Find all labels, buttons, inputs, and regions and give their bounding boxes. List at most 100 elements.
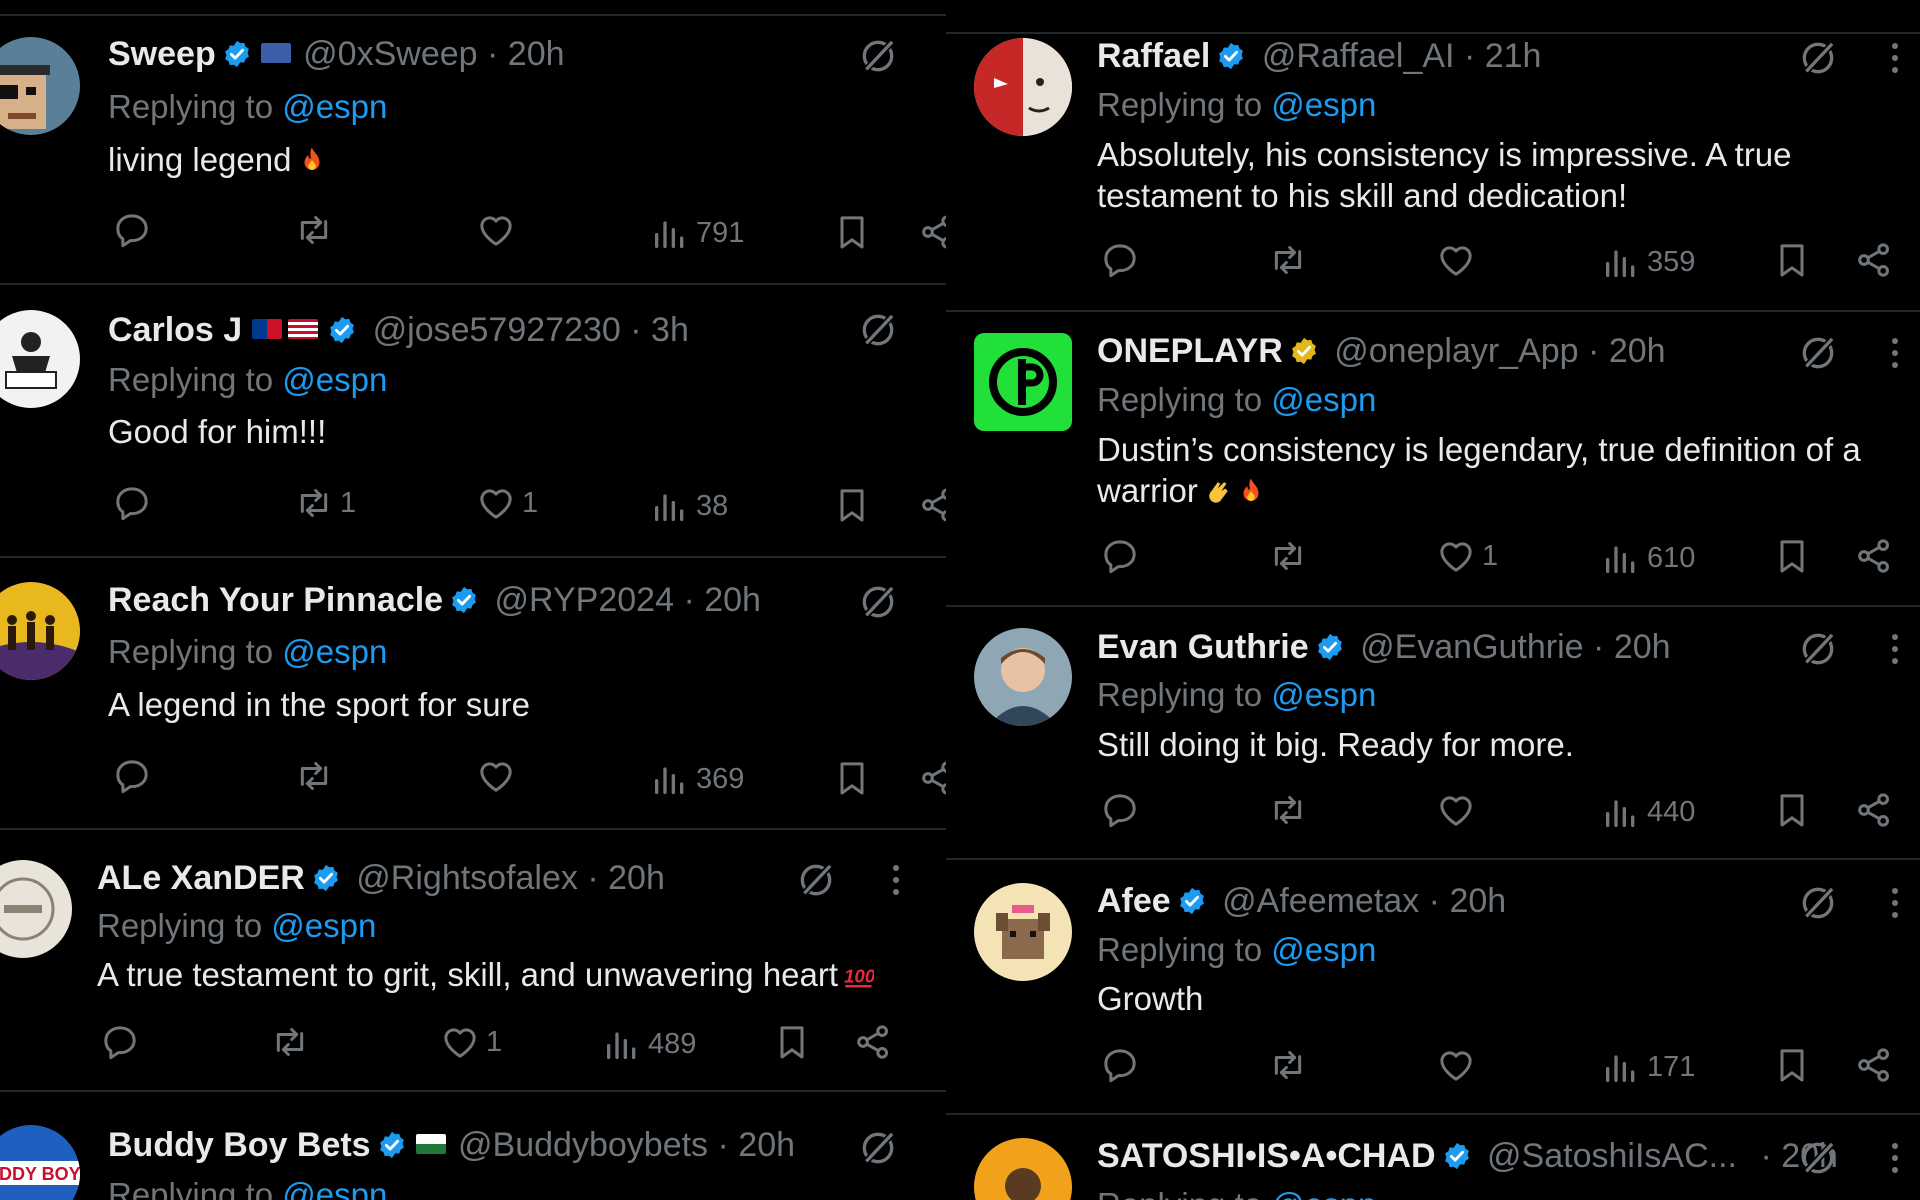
timestamp[interactable]: 21h <box>1485 37 1542 75</box>
bookmark-button[interactable] <box>1772 238 1812 282</box>
like-button[interactable] <box>1436 788 1476 832</box>
views-button[interactable]: 38 <box>650 484 728 528</box>
retweet-button[interactable] <box>1268 788 1308 832</box>
author-name[interactable]: Evan Guthrie <box>1097 628 1309 666</box>
mention-link[interactable]: @espn <box>1271 676 1376 713</box>
author-handle[interactable]: @oneplayr_App <box>1334 332 1578 370</box>
author-handle[interactable]: @Rightsofalex <box>356 859 578 897</box>
author-handle[interactable]: @RYP2024 <box>495 581 674 619</box>
author-handle[interactable]: @jose57927230 <box>373 311 621 349</box>
author-name[interactable]: SATOSHI•IS•A•CHAD <box>1097 1137 1436 1175</box>
views-button[interactable]: 791 <box>650 211 744 255</box>
retweet-button[interactable] <box>1268 1043 1308 1087</box>
figure-avatar[interactable] <box>0 310 80 408</box>
more-options-icon[interactable] <box>1891 632 1899 666</box>
share-button[interactable] <box>1854 534 1894 578</box>
retweet-button[interactable] <box>1268 534 1308 578</box>
share-button[interactable] <box>1854 1043 1894 1087</box>
grok-icon[interactable] <box>858 36 898 76</box>
mention-link[interactable]: @espn <box>282 88 387 125</box>
author-handle[interactable]: @EvanGuthrie <box>1360 628 1584 666</box>
more-options-icon[interactable] <box>1891 336 1899 370</box>
retweet-button[interactable] <box>294 208 334 252</box>
bookmark-button[interactable] <box>832 483 872 527</box>
timestamp[interactable]: 20h <box>1614 628 1671 666</box>
grok-icon[interactable] <box>1798 1138 1838 1178</box>
grok-icon[interactable] <box>858 1128 898 1168</box>
views-button[interactable]: 171 <box>1601 1045 1695 1089</box>
mention-link[interactable]: @espn <box>282 361 387 398</box>
reply-button[interactable] <box>1100 1043 1140 1087</box>
author-name[interactable]: ONEPLAYR <box>1097 332 1283 370</box>
grok-icon[interactable] <box>858 582 898 622</box>
retweet-button[interactable] <box>270 1020 310 1064</box>
views-button[interactable]: 610 <box>1601 536 1695 580</box>
grok-icon[interactable] <box>1798 629 1838 669</box>
author-handle[interactable]: @0xSweep <box>303 35 477 73</box>
more-options-icon[interactable] <box>1891 1141 1899 1175</box>
mention-link[interactable]: @espn <box>282 633 387 670</box>
author-name[interactable]: ALe XanDER <box>97 859 305 897</box>
pixel-pirate-avatar[interactable] <box>0 37 80 135</box>
share-button[interactable] <box>918 483 946 527</box>
like-button[interactable]: 1 <box>476 481 538 525</box>
like-button[interactable] <box>476 754 516 798</box>
pinnacle-avatar[interactable] <box>0 582 80 680</box>
grok-icon[interactable] <box>796 860 836 900</box>
author-handle[interactable]: @Afeemetax <box>1222 882 1419 920</box>
bookmark-button[interactable] <box>772 1020 812 1064</box>
author-handle[interactable]: @Buddyboybets <box>458 1126 708 1164</box>
reply-button[interactable] <box>112 754 152 798</box>
dog-avatar[interactable] <box>974 883 1072 981</box>
more-options-icon[interactable] <box>1891 886 1899 920</box>
mention-link[interactable]: @espn <box>1271 381 1376 418</box>
author-name[interactable]: Afee <box>1097 882 1171 920</box>
reply-button[interactable] <box>1100 238 1140 282</box>
bookmark-button[interactable] <box>1772 534 1812 578</box>
mention-link[interactable]: @espn <box>282 1176 387 1200</box>
author-name[interactable]: Raffael <box>1097 37 1210 75</box>
retweet-button[interactable]: 1 <box>294 481 356 525</box>
timestamp[interactable]: 20h <box>508 35 565 73</box>
retweet-button[interactable] <box>1268 238 1308 282</box>
author-name[interactable]: Buddy Boy Bets <box>108 1126 371 1164</box>
grok-icon[interactable] <box>1798 333 1838 373</box>
more-options-icon[interactable] <box>892 863 900 897</box>
share-button[interactable] <box>918 756 946 800</box>
spiderman-avatar[interactable] <box>974 38 1072 136</box>
bookmark-button[interactable] <box>832 210 872 254</box>
author-handle[interactable]: @SatoshiIsAC... <box>1487 1137 1737 1175</box>
satoshi-avatar[interactable] <box>974 1138 1072 1200</box>
mention-link[interactable]: @espn <box>1271 931 1376 968</box>
oneplayr-logo[interactable] <box>974 333 1072 431</box>
timestamp[interactable]: 20h <box>1609 332 1666 370</box>
grok-icon[interactable] <box>1798 883 1838 923</box>
mention-link[interactable]: @espn <box>1271 86 1376 123</box>
share-button[interactable] <box>1854 238 1894 282</box>
author-name[interactable]: Reach Your Pinnacle <box>108 581 443 619</box>
timestamp[interactable]: 20h <box>704 581 761 619</box>
author-name[interactable]: Carlos J <box>108 311 242 349</box>
views-button[interactable]: 359 <box>1601 240 1695 284</box>
rightsofalex-avatar[interactable] <box>0 860 72 958</box>
reply-button[interactable] <box>112 208 152 252</box>
like-button[interactable]: 1 <box>440 1020 502 1064</box>
share-button[interactable] <box>918 210 946 254</box>
mention-link[interactable]: @espn <box>271 907 376 944</box>
bookmark-button[interactable] <box>832 756 872 800</box>
retweet-button[interactable] <box>294 754 334 798</box>
timestamp[interactable]: 20h <box>608 859 665 897</box>
author-name[interactable]: Sweep <box>108 35 216 73</box>
timestamp[interactable]: 20h <box>1449 882 1506 920</box>
more-options-icon[interactable] <box>1891 41 1899 75</box>
author-handle[interactable]: @Raffael_AI <box>1262 37 1455 75</box>
bookmark-button[interactable] <box>1772 788 1812 832</box>
timestamp[interactable]: 3h <box>651 311 689 349</box>
like-button[interactable] <box>1436 1043 1476 1087</box>
mention-link[interactable]: @espn <box>1271 1186 1376 1200</box>
like-button[interactable] <box>1436 238 1476 282</box>
grok-icon[interactable] <box>858 310 898 350</box>
like-button[interactable] <box>476 208 516 252</box>
views-button[interactable]: 489 <box>602 1022 696 1066</box>
reply-button[interactable] <box>1100 534 1140 578</box>
